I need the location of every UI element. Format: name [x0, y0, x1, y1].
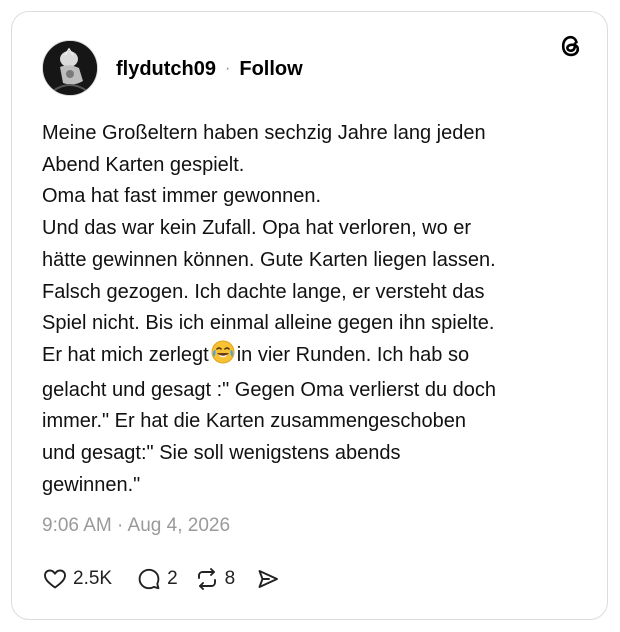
post-text-line: Spiel nicht. Bis ich einmal alleine gege… [42, 312, 495, 335]
share-icon [255, 566, 281, 592]
threads-post-card: flydutch09 · Follow Meine Großeltern hab… [11, 11, 608, 620]
repost-button[interactable]: 8 [194, 566, 236, 592]
post-text-line: hätte gewinnen können. Gute Karten liege… [42, 248, 496, 271]
like-button[interactable]: 2.5K [42, 566, 112, 592]
username[interactable]: flydutch09 [116, 58, 216, 81]
avatar[interactable] [42, 40, 98, 96]
post-text-line: Und das war kein Zufall. Opa hat verlore… [42, 217, 472, 240]
post-text-line: Oma hat fast immer gewonnen. [42, 185, 322, 208]
post-timestamp[interactable]: 9:06 AM · Aug 4, 2026 [42, 515, 230, 537]
post-header: flydutch09 · Follow [116, 56, 303, 82]
post-text-line: Meine Großeltern haben sechzig Jahre lan… [42, 122, 486, 144]
post-text-line: Abend Karten gespielt. [42, 153, 245, 176]
repost-icon [194, 566, 220, 592]
share-button[interactable] [255, 566, 281, 592]
post-text-line: immer." Er hat die Karten zusammengescho… [42, 410, 466, 433]
follow-button[interactable]: Follow [239, 58, 302, 81]
comment-icon [136, 566, 162, 592]
post-text-line: gewinnen." [42, 473, 141, 496]
like-count: 2.5K [73, 568, 113, 589]
heart-icon [42, 566, 68, 592]
post-text-line-with-emoji: Er hat mich zerlegt in vier Runden. Ich … [42, 340, 582, 375]
repost-count: 8 [224, 568, 236, 589]
tears-of-joy-emoji [211, 340, 235, 375]
post-text-line: gelacht und gesagt :" Gegen Oma verliers… [42, 378, 497, 401]
reply-button[interactable]: 2 [136, 566, 178, 592]
header-separator: · [225, 60, 231, 77]
post-text-fragment: Er hat mich zerlegt [42, 343, 209, 366]
threads-logo-icon[interactable] [557, 32, 585, 60]
reply-count: 2 [167, 568, 178, 589]
post-text-line: Falsch gezogen. Ich dachte lange, er ver… [42, 280, 485, 303]
post-text-line: und gesagt:" Sie soll wenigstens abends [42, 442, 401, 465]
post-actions: 2.5K 2 8 [42, 565, 281, 593]
post-text-fragment: in vier Runden. Ich hab so [236, 343, 470, 366]
post-body: Meine Großeltern haben sechzig Jahre lan… [42, 118, 582, 501]
